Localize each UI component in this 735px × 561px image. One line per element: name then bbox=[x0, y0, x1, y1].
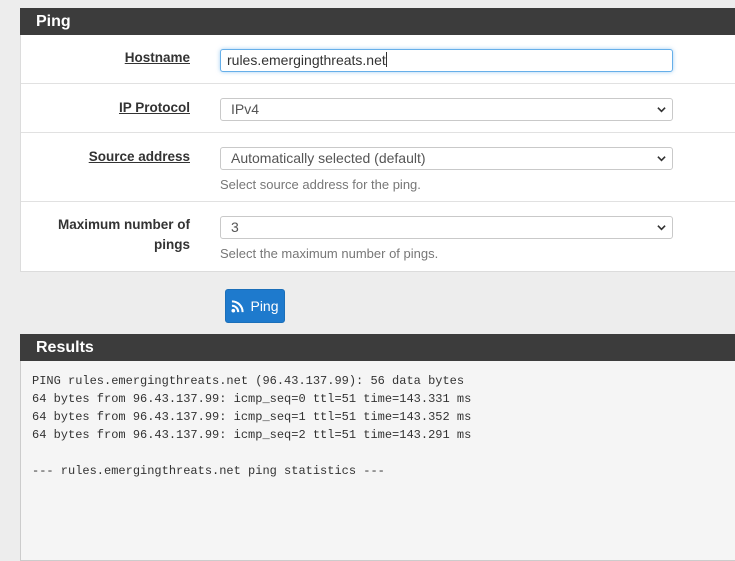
ping-button-label: Ping bbox=[250, 298, 279, 314]
text-cursor bbox=[385, 52, 387, 67]
max-pings-select[interactable]: 3 bbox=[220, 216, 673, 239]
chevron-down-icon bbox=[657, 107, 666, 113]
source-address-row: Source address Automatically selected (d… bbox=[21, 133, 735, 202]
hostname-value: rules.emergingthreats.net bbox=[227, 52, 386, 68]
result-line: 64 bytes from 96.43.137.99: icmp_seq=0 t… bbox=[32, 392, 472, 406]
results-panel: Results PING rules.emergingthreats.net (… bbox=[20, 334, 735, 561]
hostname-input[interactable]: rules.emergingthreats.net bbox=[220, 49, 673, 72]
max-pings-label: Maximum number of pings bbox=[21, 215, 190, 255]
max-pings-label-line2: pings bbox=[154, 237, 190, 252]
source-address-label: Source address bbox=[88, 149, 190, 164]
ping-panel-title: Ping bbox=[20, 8, 735, 35]
ip-protocol-select[interactable]: IPv4 bbox=[220, 98, 673, 121]
result-line bbox=[32, 444, 735, 462]
source-address-value: Automatically selected (default) bbox=[231, 150, 426, 166]
ip-protocol-label: IP Protocol bbox=[118, 100, 190, 115]
ping-form: Hostname rules.emergingthreats.net IP Pr… bbox=[20, 35, 735, 272]
result-line: PING rules.emergingthreats.net (96.43.13… bbox=[32, 374, 465, 388]
max-pings-value: 3 bbox=[231, 219, 239, 235]
ip-protocol-row: IP Protocol IPv4 bbox=[21, 84, 735, 133]
results-text: PING rules.emergingthreats.net (96.43.13… bbox=[21, 361, 735, 480]
ip-protocol-value: IPv4 bbox=[231, 101, 260, 117]
source-address-select[interactable]: Automatically selected (default) bbox=[220, 147, 673, 170]
max-pings-help: Select the maximum number of pings. bbox=[220, 246, 439, 261]
max-pings-row: Maximum number of pings 3 Select the max… bbox=[21, 202, 735, 271]
ping-panel: Ping Hostname rules.emergingthreats.net … bbox=[20, 8, 735, 272]
ping-button[interactable]: Ping bbox=[225, 289, 285, 323]
max-pings-label-line1: Maximum number of bbox=[57, 217, 190, 232]
hostname-row: Hostname rules.emergingthreats.net bbox=[21, 35, 735, 84]
source-address-help: Select source address for the ping. bbox=[220, 177, 421, 192]
results-panel-title: Results bbox=[20, 334, 735, 361]
result-line: 64 bytes from 96.43.137.99: icmp_seq=2 t… bbox=[32, 428, 472, 442]
results-output: PING rules.emergingthreats.net (96.43.13… bbox=[20, 361, 735, 561]
result-line: 64 bytes from 96.43.137.99: icmp_seq=1 t… bbox=[32, 410, 472, 424]
hostname-label: Hostname bbox=[124, 50, 190, 65]
chevron-down-icon bbox=[657, 156, 666, 162]
rss-icon bbox=[231, 299, 245, 313]
chevron-down-icon bbox=[657, 225, 666, 231]
result-line: --- rules.emergingthreats.net ping stati… bbox=[32, 464, 385, 478]
